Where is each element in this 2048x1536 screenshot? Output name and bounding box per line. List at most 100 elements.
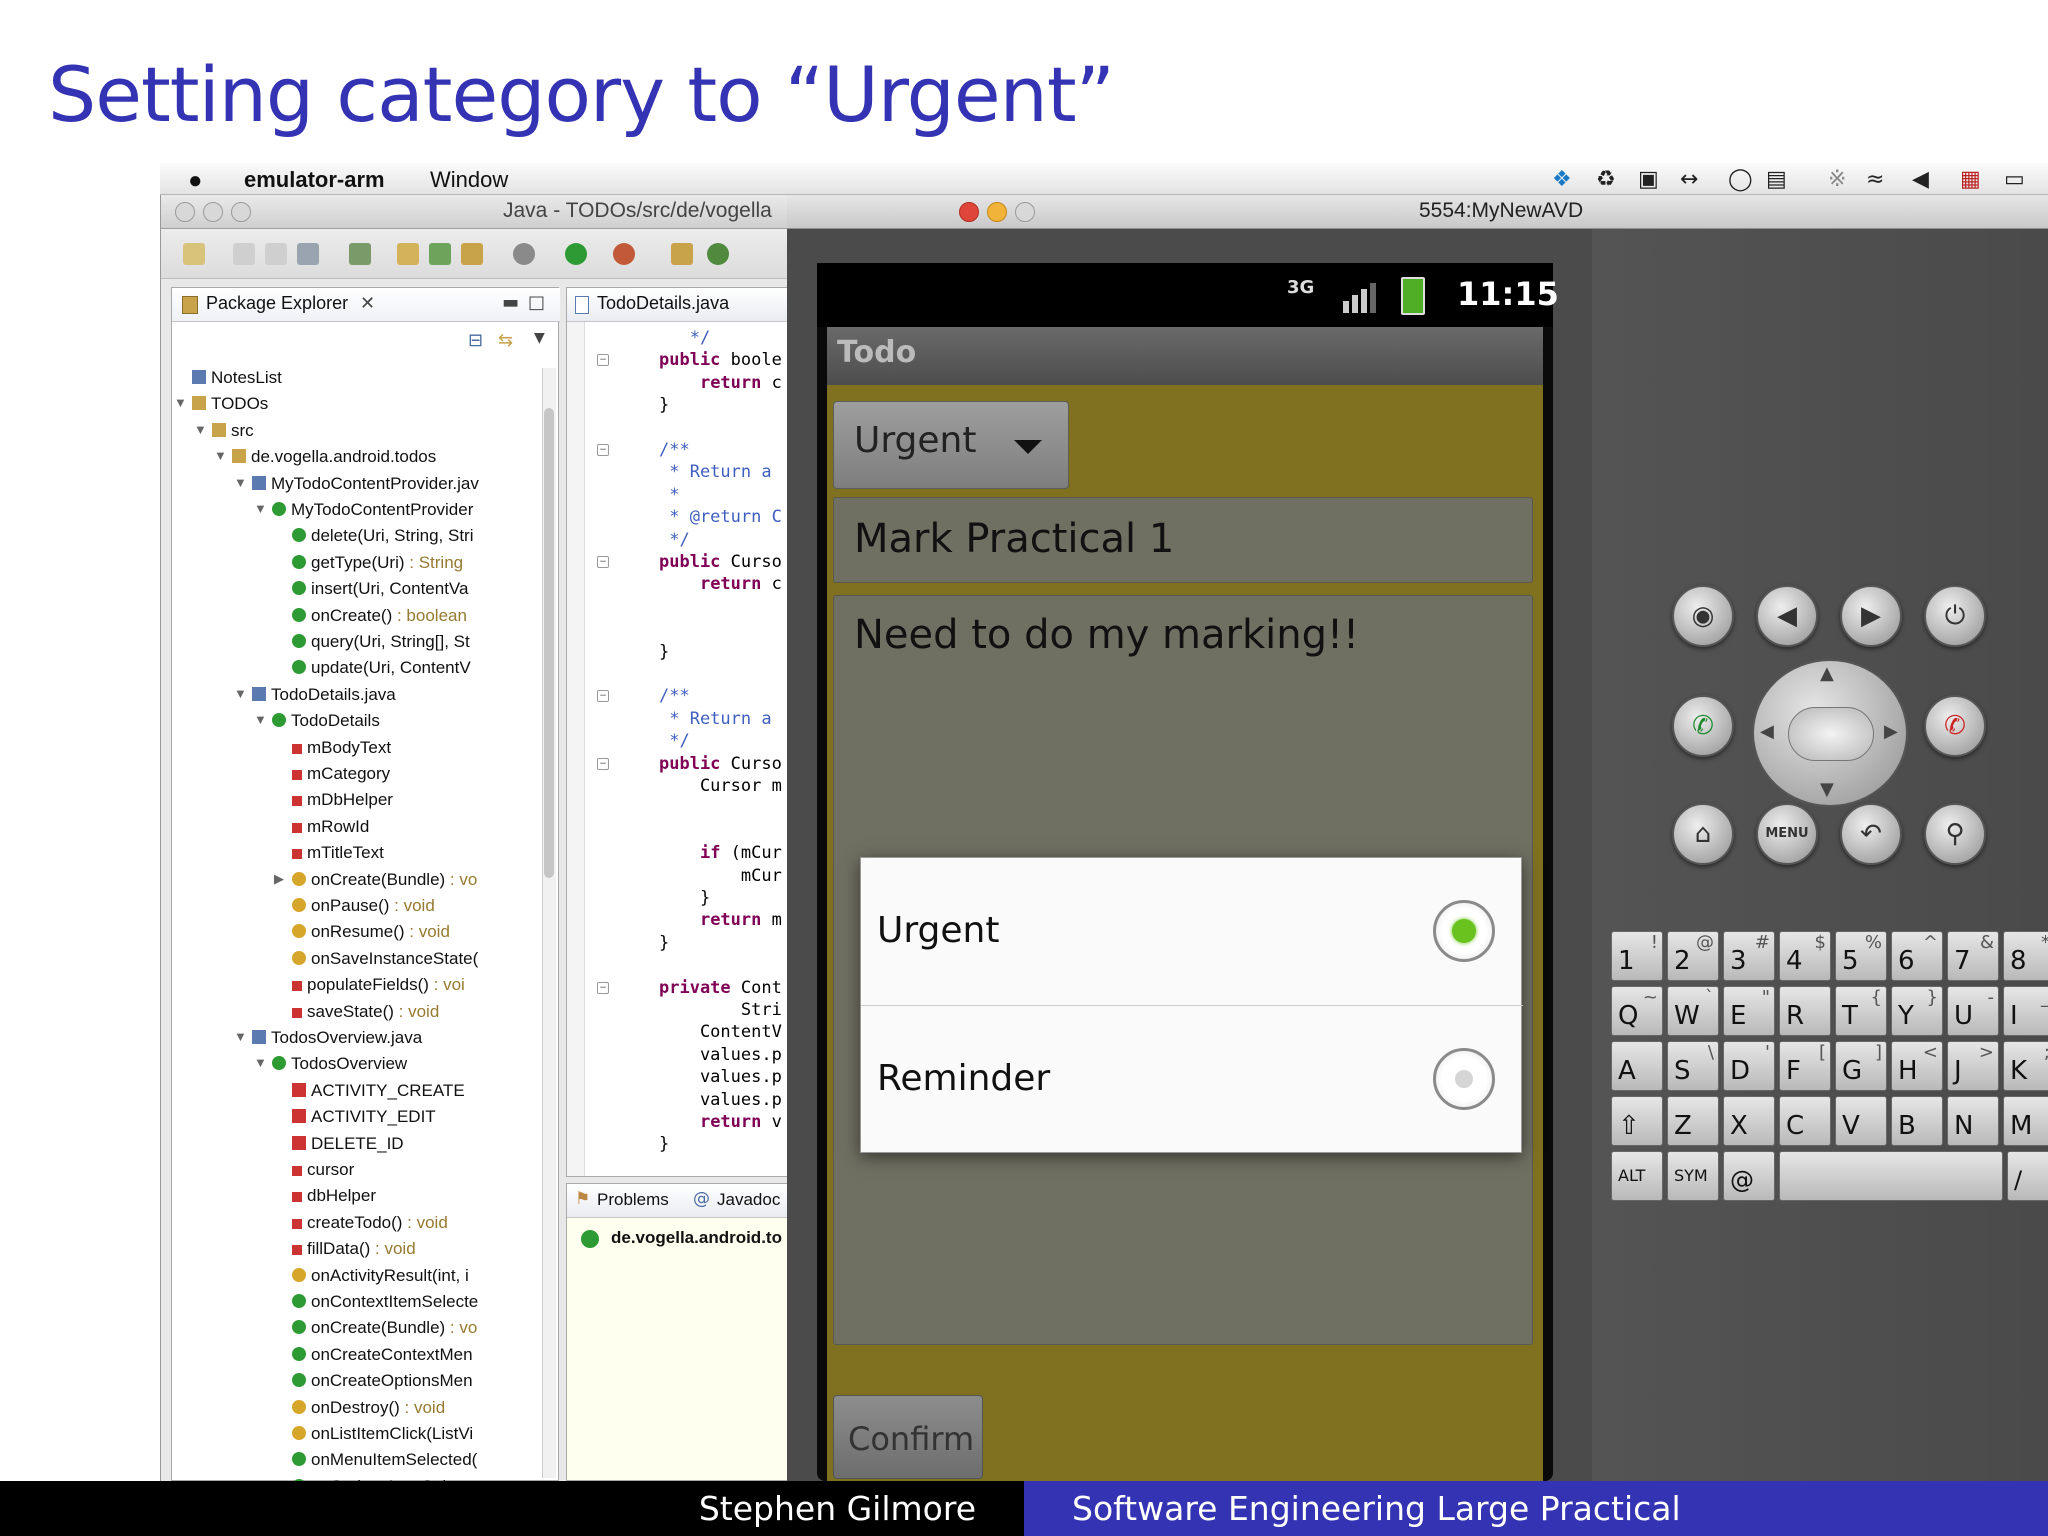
flag-icon[interactable]: ▦ [1960,167,1981,192]
tab-javadoc[interactable]: Javadoc [717,1190,780,1210]
key-2-2[interactable]: D ' [1723,1041,1775,1091]
tree-item[interactable]: onCreateContextMen [292,1345,473,1369]
radio-urgent[interactable] [1433,900,1495,962]
new-icon[interactable] [183,243,205,265]
new-type-icon[interactable] [671,243,693,265]
scrollbar-thumb[interactable] [544,408,554,878]
tree-item[interactable]: createTodo() : void [292,1213,448,1237]
print-icon[interactable] [297,243,319,265]
dpad[interactable]: ▲ ▼ ◀ ▶ [1752,659,1908,807]
debug-icon[interactable] [513,243,535,265]
key-2-4[interactable]: G] [1835,1041,1887,1091]
at-key[interactable]: @ [1723,1151,1775,1201]
clock-icon[interactable]: ◯ [1728,167,1753,192]
tree-item[interactable]: insert(Uri, ContentVa [292,579,468,603]
key-3-3[interactable]: C [1779,1096,1831,1146]
back-icon[interactable]: ↶ [1840,803,1902,865]
menu-button[interactable]: MENU [1756,803,1818,865]
tree-item[interactable]: mTitleText [292,843,384,867]
option-urgent[interactable]: Urgent [861,858,1523,1006]
key-1-3[interactable]: R [1779,986,1831,1036]
tree-item[interactable]: ▶ onCreate(Bundle) : vo [274,870,477,894]
title-field[interactable]: Mark Practical 1 [833,497,1533,583]
key-0-3[interactable]: 4 $ [1779,931,1831,981]
dpad-down-icon[interactable]: ▼ [1820,779,1834,800]
open-project-icon[interactable] [397,243,419,265]
key-0-4[interactable]: 5% [1835,931,1887,981]
key-3-1[interactable]: Z [1667,1096,1719,1146]
apple-icon[interactable]: ● [188,167,203,195]
option-reminder[interactable]: Reminder [861,1006,1523,1154]
key-3-6[interactable]: N [1947,1096,1999,1146]
tree-item[interactable]: ▼ TODOs [174,394,268,418]
expand-arrow-icon[interactable]: ▼ [254,501,267,516]
tree-item[interactable]: onCreateOptionsMen [292,1371,473,1395]
tree-item[interactable]: cursor [292,1160,354,1184]
home-icon[interactable]: ⌂ [1672,803,1734,865]
fold-icon[interactable]: − [597,444,609,456]
fold-icon[interactable]: − [597,757,609,770]
search-icon[interactable]: ⚲ [1924,803,1986,865]
tree-item[interactable]: onSaveInstanceState( [292,949,478,973]
key-2-0[interactable]: A [1611,1041,1663,1091]
tree-item[interactable]: mDbHelper [292,790,393,814]
display-icon[interactable]: ▤ [1766,167,1787,192]
key-0-0[interactable]: 1! [1611,931,1663,981]
key-2-3[interactable]: F[ [1779,1041,1831,1091]
zoom-button[interactable] [231,202,251,222]
key-0-2[interactable]: 3 # [1723,931,1775,981]
evernote-icon[interactable]: ♻ [1596,167,1616,192]
refresh-icon[interactable] [707,243,729,265]
expand-arrow-icon[interactable]: ▼ [254,712,267,727]
collapse-all-icon[interactable]: ⊟ [468,330,483,351]
package-explorer-tab[interactable]: Package Explorer ✕ ▬ □ [172,288,560,322]
tree-item[interactable]: ACTIVITY_CREATE [292,1081,465,1105]
key-1-2[interactable]: E " [1723,986,1775,1036]
tree-item[interactable]: onListItemClick(ListVi [292,1424,473,1448]
key-1-4[interactable]: T{ [1835,986,1887,1036]
key-1-7[interactable]: I_ [2003,986,2048,1036]
key-0-7[interactable]: 8* [2003,931,2048,981]
bluetooth-icon[interactable]: ※ [1828,167,1846,192]
tree-item[interactable]: ▼ MyTodoContentProvider [254,500,473,524]
menubar-window[interactable]: Window [430,167,508,193]
key-3-2[interactable]: X [1723,1096,1775,1146]
tree-item[interactable]: onMenuItemSelected( [292,1450,477,1474]
fold-icon[interactable]: − [597,981,609,994]
space-key[interactable] [1779,1151,2003,1201]
tree-item[interactable]: ▼ TodoDetails [254,711,380,735]
tree-item[interactable]: onDestroy() : void [292,1398,445,1422]
tree-item[interactable]: getType(Uri) : String [292,553,463,577]
key-3-7[interactable]: M [2003,1096,2048,1146]
tree-item[interactable]: onActivityResult(int, i [292,1266,469,1290]
tree-item[interactable]: mCategory [292,764,390,788]
save-icon[interactable] [233,243,255,265]
tree-item[interactable]: mBodyText [292,738,391,762]
view-menu-icon[interactable]: ▼ [534,330,545,346]
tree-item[interactable]: saveState() : void [292,1002,439,1026]
key-3-0[interactable]: ⇧ [1611,1096,1663,1146]
key-1-1[interactable]: W ` [1667,986,1719,1036]
tab-problems[interactable]: Problems [597,1190,669,1210]
run-icon[interactable] [565,243,587,265]
call-icon[interactable]: ✆ [1672,695,1734,757]
link-editor-icon[interactable]: ⇆ [498,330,513,351]
save-all-icon[interactable] [265,243,287,265]
key-0-1[interactable]: 2 @ [1667,931,1719,981]
tree-item[interactable]: mRowId [292,817,369,841]
alt-key[interactable]: ALT [1611,1151,1663,1201]
dpad-left-icon[interactable]: ◀ [1760,721,1774,742]
fold-icon[interactable]: − [597,690,609,703]
slash-key[interactable]: / [2007,1151,2048,1201]
power-icon[interactable]: ⏻ [1924,585,1986,647]
download-icon[interactable] [349,243,371,265]
expand-arrow-icon[interactable]: ▼ [174,395,187,410]
volume-down-icon[interactable]: ◀ [1756,585,1818,647]
key-2-7[interactable]: K; [2003,1041,2048,1091]
key-0-5[interactable]: 6 ^ [1891,931,1943,981]
expand-arrow-icon[interactable]: ▼ [234,1029,247,1044]
volume-icon[interactable]: ◀ [1912,167,1929,192]
radio-reminder[interactable] [1433,1048,1495,1110]
tree-item[interactable]: ▼ MyTodoContentProvider.jav [234,474,479,498]
camera-icon[interactable]: ◉ [1672,585,1734,647]
